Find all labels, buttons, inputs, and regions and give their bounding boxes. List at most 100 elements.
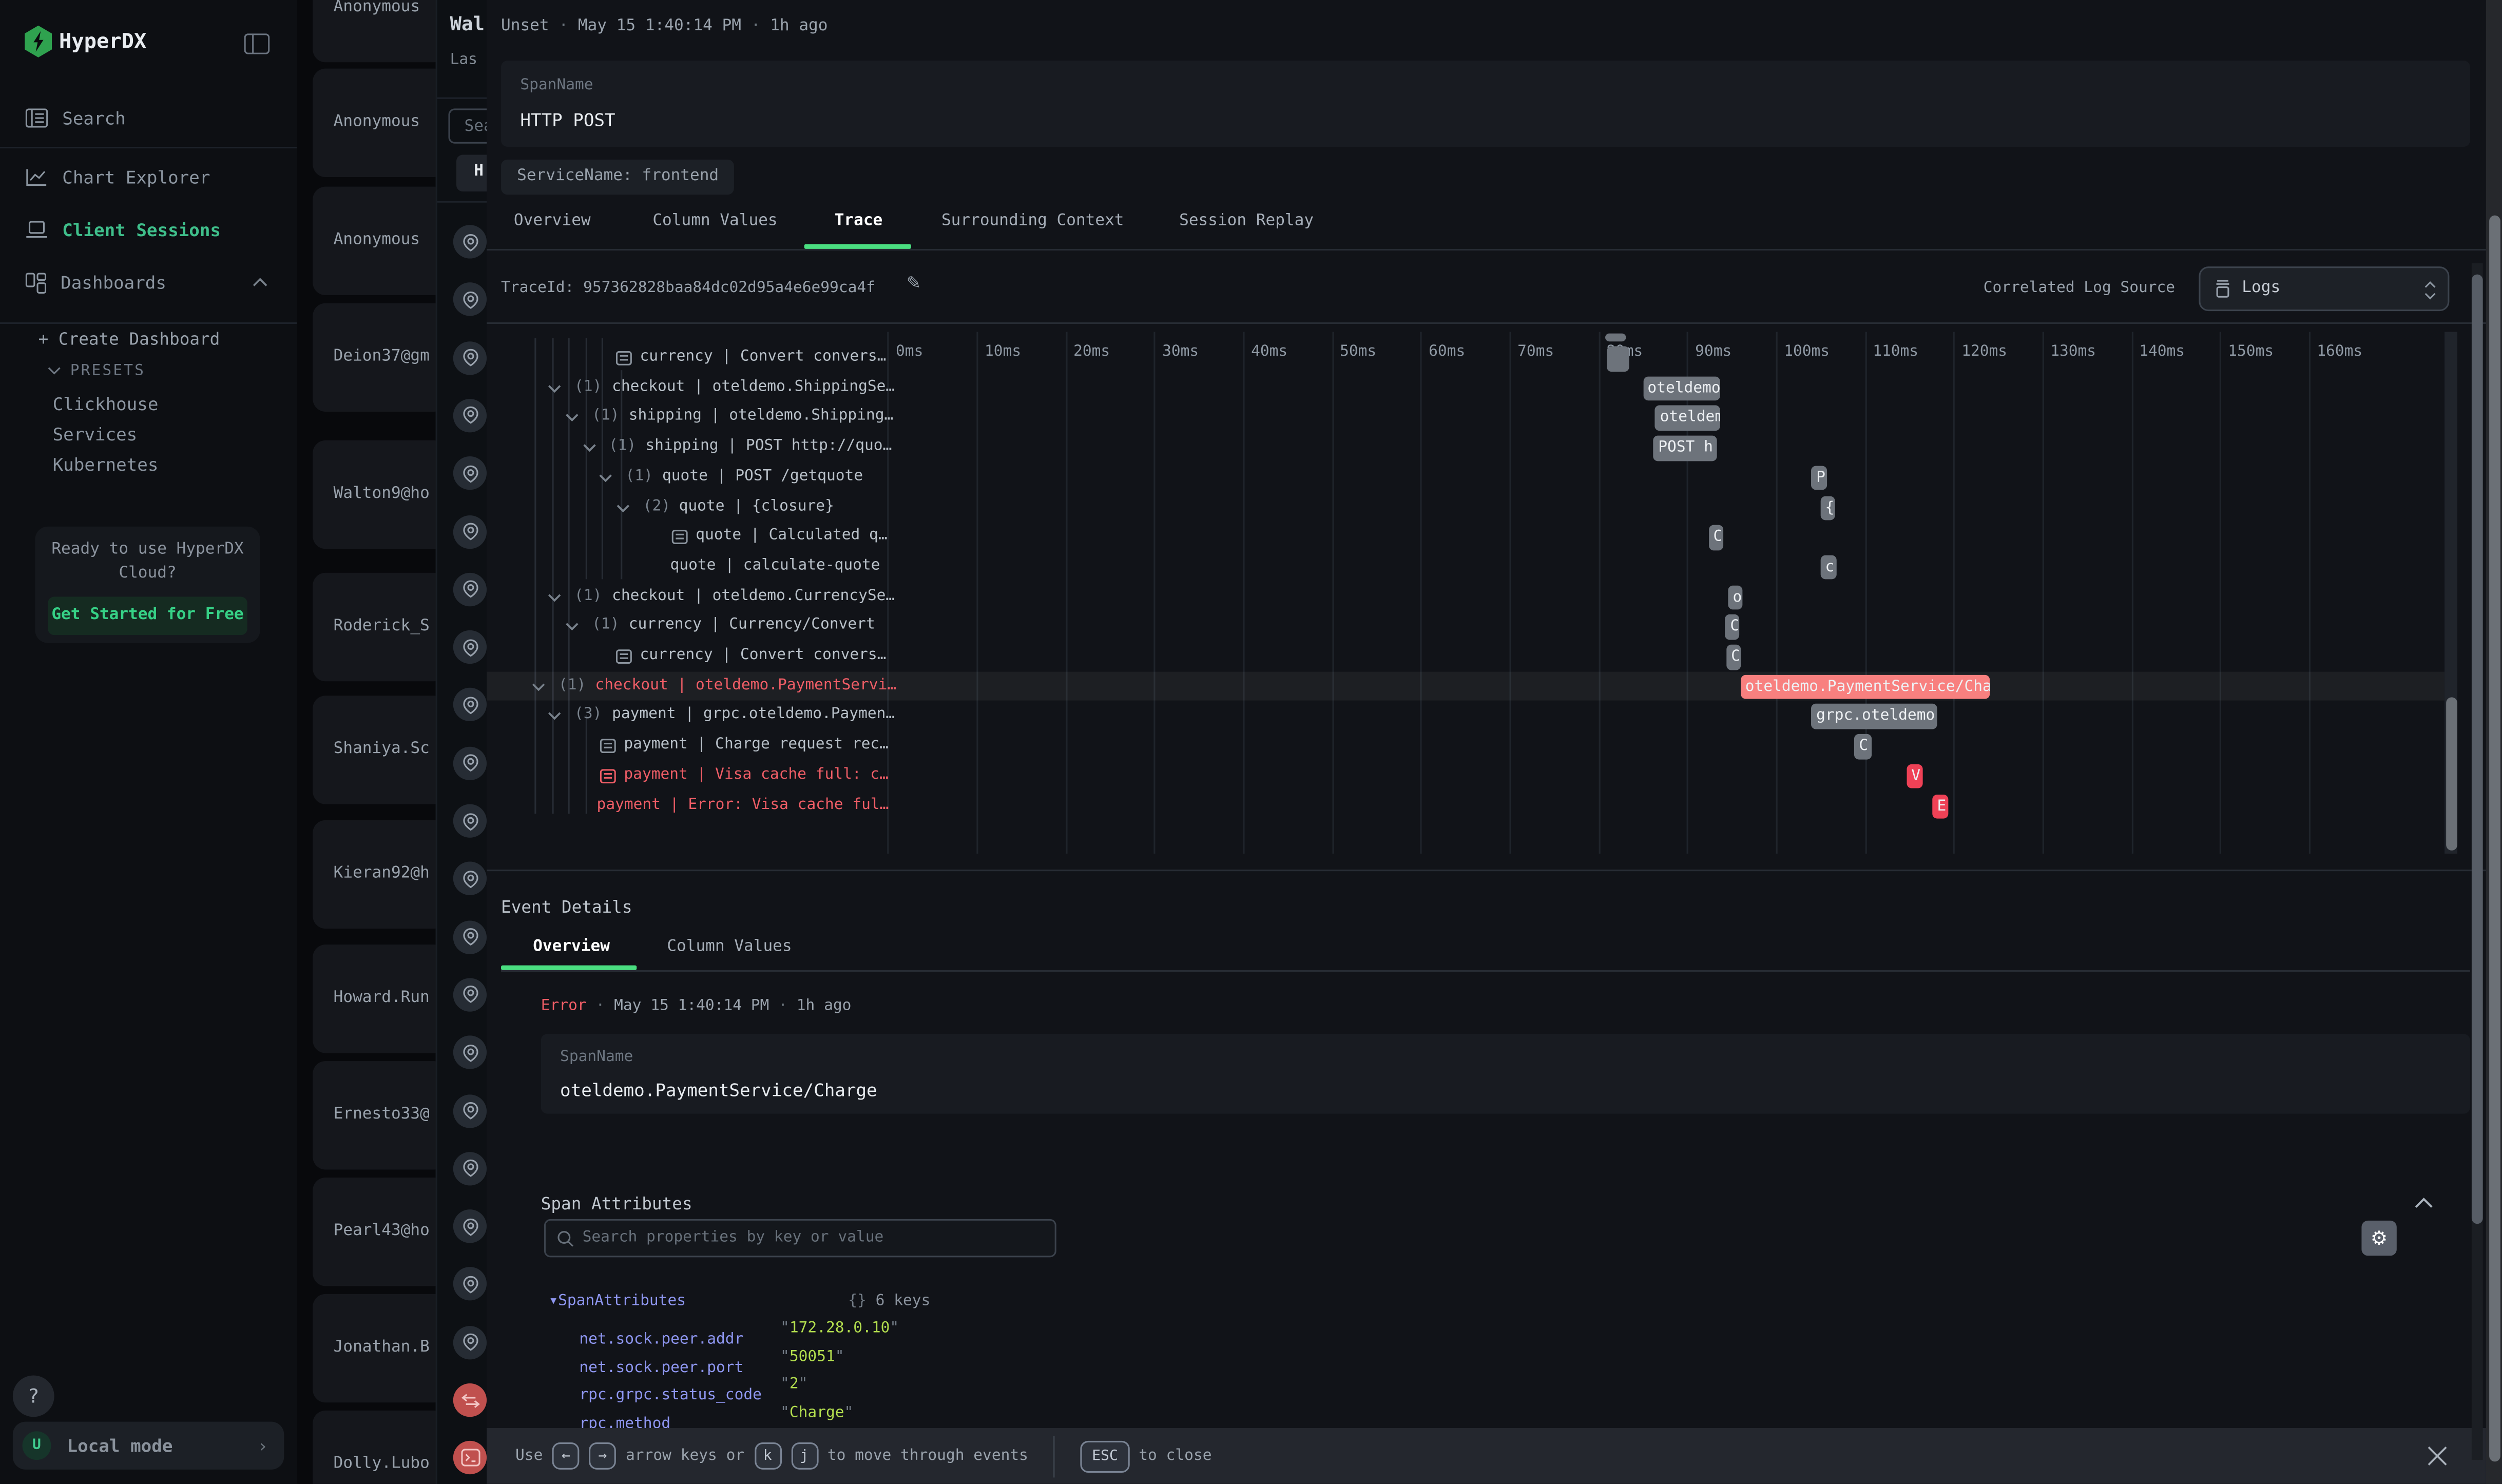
session-event-terminal-icon[interactable] <box>453 1441 487 1475</box>
trace-tree-row[interactable]: currency | Convert convers…C <box>487 642 2445 671</box>
event-tab-column-values[interactable]: Column Values <box>667 938 792 956</box>
span-duration-bar[interactable]: oteldemo.PaymentService/Char <box>1740 674 1989 699</box>
create-dashboard-button[interactable]: + Create Dashboard <box>39 330 220 349</box>
session-list-item[interactable]: Anonymous <box>313 187 447 295</box>
sidebar-item-dashboards[interactable]: Dashboards <box>0 262 322 303</box>
close-icon[interactable] <box>2427 1446 2448 1466</box>
trace-tree-row[interactable]: currency | Convert convers… <box>487 343 2445 373</box>
session-search-input[interactable]: Sea <box>448 108 488 143</box>
attribute-key[interactable]: net.sock.peer.addr <box>579 1331 743 1348</box>
span-duration-bar[interactable] <box>1607 346 1628 371</box>
trace-tree-row[interactable]: quote | Calculated q…C <box>487 522 2445 552</box>
session-event-pin-icon[interactable] <box>453 341 487 374</box>
preset-clickhouse[interactable]: Clickhouse <box>53 394 159 415</box>
tab-surrounding-context[interactable]: Surrounding Context <box>941 212 1124 229</box>
session-event-pin-icon[interactable] <box>453 1094 487 1127</box>
trace-tree-row[interactable]: quote | calculate-quotec <box>487 552 2445 582</box>
expand-chevron-icon[interactable] <box>547 590 562 604</box>
span-duration-bar[interactable]: C <box>1854 734 1871 759</box>
attribute-value[interactable]: "Charge" <box>780 1403 853 1421</box>
waterfall-scrollbar-thumb[interactable] <box>2446 697 2457 850</box>
attribute-key[interactable]: net.sock.peer.port <box>579 1359 743 1376</box>
session-event-pin-icon[interactable] <box>453 804 487 838</box>
sidebar-item-client-sessions[interactable]: Client Sessions <box>0 209 322 250</box>
session-event-pin-icon[interactable] <box>453 399 487 432</box>
edit-pencil-icon[interactable]: ✎ <box>907 273 921 294</box>
drawer-scrollbar[interactable] <box>2472 263 2483 1460</box>
span-duration-bar[interactable]: oteldemo. <box>1643 376 1720 401</box>
expand-chevron-icon[interactable] <box>565 620 579 634</box>
tab-column-values[interactable]: Column Values <box>652 212 777 229</box>
session-event-pin-icon[interactable] <box>453 630 487 664</box>
drawer-scrollbar-thumb[interactable] <box>2472 275 2483 1224</box>
session-list-item[interactable]: Shaniya.Sc <box>313 696 447 804</box>
span-duration-bar[interactable]: E <box>1932 794 1948 818</box>
expand-chevron-icon[interactable] <box>547 709 562 723</box>
session-event-pin-icon[interactable] <box>453 514 487 548</box>
page-scrollbar-thumb[interactable] <box>2489 216 2500 1462</box>
trace-waterfall[interactable]: 0ms10ms20ms30ms40ms50ms60ms70ms80ms90ms1… <box>487 332 2486 854</box>
trace-tree-row[interactable]: (3)payment | grpc.oteldemo.Paymen…grpc.o… <box>487 701 2445 731</box>
expand-chevron-icon[interactable] <box>616 500 630 514</box>
session-list-item[interactable]: Kieran92@h <box>313 820 447 929</box>
session-event-pin-icon[interactable] <box>453 688 487 722</box>
trace-tree-row[interactable]: payment | Charge request rec…C <box>487 731 2445 761</box>
trace-tree-row[interactable]: (1)shipping | POST http://quo…POST h <box>487 433 2445 462</box>
span-duration-bar[interactable]: C <box>1725 615 1740 640</box>
expand-chevron-icon[interactable] <box>565 411 579 425</box>
span-duration-bar[interactable]: c <box>1820 555 1836 580</box>
span-duration-bar[interactable]: C <box>1726 645 1741 669</box>
session-event-pin-icon[interactable] <box>453 1152 487 1185</box>
session-list-item[interactable]: Roderick_S <box>313 573 447 681</box>
event-tab-overview[interactable]: Overview <box>533 938 610 956</box>
trace-tree-row[interactable]: payment | Error: Visa cache ful…E <box>487 791 2445 820</box>
sidebar-item-chart-explorer[interactable]: Chart Explorer <box>0 157 322 198</box>
local-mode-button[interactable]: U Local mode › <box>13 1422 284 1470</box>
session-list-item[interactable]: Anonymous <box>313 69 447 177</box>
presets-header[interactable]: PRESETS <box>48 362 145 380</box>
trace-tree-row[interactable]: (1)shipping | oteldemo.Shipping…oteldem <box>487 403 2445 433</box>
attribute-key[interactable]: rpc.grpc.status_code <box>579 1386 762 1404</box>
log-source-select[interactable]: Logs <box>2199 266 2449 311</box>
expand-chevron-icon[interactable] <box>582 440 596 455</box>
attribute-value[interactable]: "50051" <box>780 1347 844 1365</box>
span-duration-bar[interactable]: oteldem <box>1655 406 1720 431</box>
page-scrollbar[interactable] <box>2486 0 2502 1484</box>
trace-tree-row[interactable]: (1)currency | Currency/ConvertC <box>487 611 2445 641</box>
waterfall-scrollbar[interactable] <box>2445 332 2457 854</box>
session-list-item[interactable]: Walton9@ho <box>313 440 447 549</box>
session-list-item[interactable]: Pearl43@ho <box>313 1178 447 1286</box>
trace-tree-row[interactable]: (1)checkout | oteldemo.ShippingSe…otelde… <box>487 373 2445 402</box>
attribute-row[interactable]: rpc.grpc.status_code "2" <box>579 1375 2414 1405</box>
session-event-pin-icon[interactable] <box>453 862 487 895</box>
session-event-pin-icon[interactable] <box>453 920 487 953</box>
preset-kubernetes[interactable]: Kubernetes <box>53 455 159 475</box>
tab-overview[interactable]: Overview <box>514 212 591 229</box>
help-button[interactable]: ? <box>13 1375 54 1417</box>
attribute-row[interactable]: net.sock.peer.addr"172.28.0.10" <box>579 1320 2414 1350</box>
session-list-item[interactable]: Ernesto33@ <box>313 1061 447 1169</box>
session-event-pin-icon[interactable] <box>453 1325 487 1359</box>
attribute-value[interactable]: "2" <box>780 1375 807 1393</box>
tab-trace[interactable]: Trace <box>835 212 883 229</box>
session-event-swap-icon[interactable] <box>453 1383 487 1417</box>
span-duration-bar[interactable]: C <box>1708 525 1723 550</box>
span-duration-bar[interactable]: { <box>1820 495 1835 520</box>
preset-services[interactable]: Services <box>53 425 138 445</box>
session-event-pin-icon[interactable] <box>453 1209 487 1243</box>
session-event-pin-icon[interactable] <box>453 746 487 780</box>
sidebar-item-search[interactable]: Search <box>0 98 322 139</box>
trace-tree-row[interactable]: payment | Visa cache full: c…V <box>487 761 2445 791</box>
span-duration-bar[interactable]: V <box>1907 764 1923 788</box>
trace-tree-row[interactable]: (1)checkout | oteldemo.PaymentServi…otel… <box>487 671 2445 701</box>
tab-session-replay[interactable]: Session Replay <box>1179 212 1314 229</box>
session-list-item[interactable]: Howard.Run <box>313 945 447 1053</box>
session-event-pin-icon[interactable] <box>453 225 487 258</box>
session-event-pin-icon[interactable] <box>453 457 487 490</box>
span-duration-bar[interactable]: grpc.oteldemo. <box>1812 704 1938 729</box>
sidebar-collapse-icon[interactable] <box>244 30 270 61</box>
trace-tree-row[interactable]: (2)quote | {closure}{ <box>487 492 2445 522</box>
attribute-row[interactable]: net.sock.peer.port "50051" <box>579 1347 2414 1378</box>
get-started-button[interactable]: Get Started for Free <box>48 597 247 635</box>
session-event-pin-icon[interactable] <box>453 283 487 316</box>
